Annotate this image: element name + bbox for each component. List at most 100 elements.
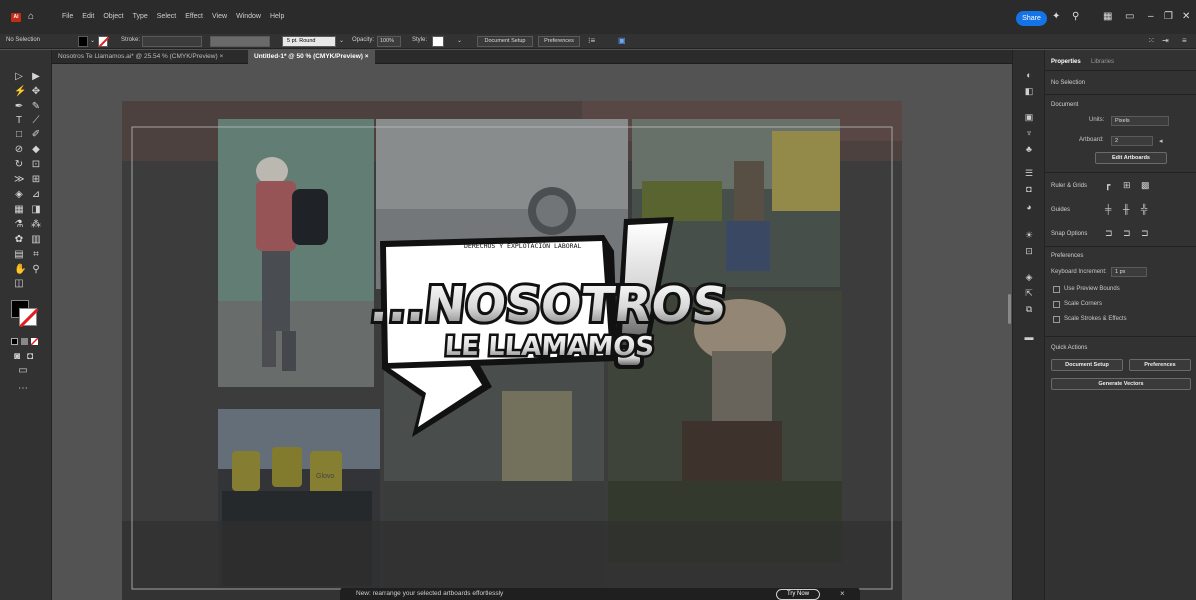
chevron-down-icon[interactable]: ⌄: [90, 37, 95, 44]
menu-effect[interactable]: Effect: [185, 13, 203, 20]
selection-tool-icon[interactable]: ▷: [14, 72, 24, 82]
share-button[interactable]: Share: [1016, 11, 1047, 26]
close-icon[interactable]: ×: [219, 53, 223, 60]
bulb-icon[interactable]: ✦: [1052, 12, 1060, 22]
scale-corners-checkbox[interactable]: [1053, 301, 1060, 308]
direct-selection-icon[interactable]: ▶: [31, 72, 41, 82]
gradient-panel-icon[interactable]: ◘: [1023, 184, 1035, 195]
mesh-icon[interactable]: ▦: [14, 205, 24, 215]
layers-icon[interactable]: ◈: [1023, 272, 1035, 283]
search-icon[interactable]: ⚲: [1072, 12, 1079, 22]
tab-untitled[interactable]: Untitled-1* @ 50 % (CMYK/Preview) ×: [248, 50, 375, 64]
shaper-icon[interactable]: ⊘: [14, 145, 24, 155]
try-now-button[interactable]: Try Now: [776, 589, 820, 600]
width-icon[interactable]: ≫: [14, 175, 24, 185]
document-setup-button[interactable]: Document Setup: [477, 36, 533, 47]
screen-mode-icon[interactable]: ▭: [18, 366, 28, 376]
more-icon[interactable]: ≡: [1182, 36, 1187, 45]
curvature-icon[interactable]: ✎: [31, 102, 41, 112]
snap-grid-icon[interactable]: ⊐: [1123, 228, 1131, 238]
menu-help[interactable]: Help: [270, 13, 284, 20]
ruler-icon[interactable]: ┏: [1105, 180, 1110, 190]
line-icon[interactable]: ⟋: [31, 116, 41, 126]
opacity-field[interactable]: 100%: [377, 36, 401, 47]
canvas[interactable]: Glovo DERECHOS Y EXPLOTACIÓN LABORAL ...…: [52, 64, 1012, 600]
none-mode-icon[interactable]: [30, 337, 39, 346]
menu-file[interactable]: File: [62, 13, 73, 20]
restore-icon[interactable]: ❐: [1164, 12, 1173, 22]
eraser-icon[interactable]: ◆: [31, 145, 41, 155]
comments-icon[interactable]: ▬: [1023, 332, 1035, 343]
hand-icon[interactable]: ✋: [14, 265, 26, 275]
libraries-icon[interactable]: ♆: [1023, 128, 1035, 139]
stroke-weight-field[interactable]: [142, 36, 202, 47]
guides-lock-icon[interactable]: ╫: [1123, 204, 1129, 214]
snap-pixel-icon[interactable]: ⊐: [1141, 228, 1149, 238]
paintbrush-icon[interactable]: ✐: [31, 130, 41, 140]
lasso-icon[interactable]: ✥: [31, 87, 41, 97]
workspace-icon[interactable]: ▦: [1103, 12, 1112, 22]
prev-artboard-icon[interactable]: ◂: [1159, 137, 1163, 145]
symbol-sprayer-icon[interactable]: ✿: [14, 235, 24, 245]
zoom-icon[interactable]: ⚲: [31, 265, 41, 275]
brush-definition[interactable]: 5 pt. Round: [282, 36, 336, 47]
artboard-icon[interactable]: ▤: [14, 250, 24, 260]
gradient-mode-icon[interactable]: [21, 338, 28, 345]
menu-view[interactable]: View: [212, 13, 227, 20]
menu-window[interactable]: Window: [236, 13, 261, 20]
color-mode-icon[interactable]: [11, 338, 18, 345]
close-icon[interactable]: ×: [365, 53, 369, 60]
color-icon[interactable]: ◐: [1023, 70, 1035, 81]
scale-strokes-checkbox[interactable]: [1053, 316, 1060, 323]
tab-nosotros[interactable]: Nosotros Te Llamamos.ai* @ 25.54 % (CMYK…: [52, 50, 229, 64]
slice-icon[interactable]: ⌗: [31, 250, 41, 260]
smart-guides-icon[interactable]: ╬: [1141, 204, 1147, 214]
artboards-panel-icon[interactable]: ⧉: [1023, 304, 1035, 315]
menu-edit[interactable]: Edit: [82, 13, 94, 20]
keyboard-increment-field[interactable]: 1 px: [1111, 267, 1147, 277]
home-icon[interactable]: ⌂: [28, 12, 40, 22]
image-trace-icon[interactable]: ▣: [1023, 112, 1035, 123]
blend-icon[interactable]: ⁂: [31, 220, 41, 230]
edit-artboards-button[interactable]: Edit Artboards: [1095, 152, 1167, 164]
document-setup-button[interactable]: Document Setup: [1051, 359, 1123, 371]
rotate-icon[interactable]: ↻: [14, 160, 24, 170]
align-icon[interactable]: ⁝≡: [588, 36, 595, 45]
grid-icon[interactable]: ⊞: [1123, 180, 1131, 190]
tab-libraries[interactable]: Libraries: [1091, 59, 1114, 65]
column-graph-icon[interactable]: ▥: [31, 235, 41, 245]
more-tools-icon[interactable]: ⋯: [18, 384, 28, 394]
graphic-styles-icon[interactable]: ⊡: [1023, 246, 1035, 257]
magic-wand-icon[interactable]: ⚡: [14, 87, 26, 97]
use-preview-bounds-checkbox[interactable]: [1053, 286, 1060, 293]
minimize-icon[interactable]: –: [1148, 12, 1154, 22]
generate-vectors-button[interactable]: Generate Vectors: [1051, 378, 1191, 390]
edit-toolbar-icon[interactable]: ◫: [14, 279, 24, 289]
transparency-icon[interactable]: ◕: [1023, 202, 1035, 213]
draw-behind-icon[interactable]: ◘: [25, 352, 35, 362]
arrange-icon[interactable]: ▭: [1125, 12, 1134, 22]
rectangle-icon[interactable]: □: [14, 130, 24, 140]
perspective-icon[interactable]: ⊿: [31, 190, 41, 200]
free-transform-icon[interactable]: ⊞: [31, 175, 41, 185]
guides-show-icon[interactable]: ╪: [1105, 204, 1111, 214]
menu-type[interactable]: Type: [133, 13, 148, 20]
eyedropper-icon[interactable]: ⚗: [14, 220, 24, 230]
snap-point-icon[interactable]: ⊐: [1105, 228, 1113, 238]
preferences-button[interactable]: Preferences: [538, 36, 580, 47]
scale-icon[interactable]: ⊡: [31, 160, 41, 170]
symbols-icon[interactable]: ♣: [1023, 144, 1035, 155]
variable-width-field[interactable]: [210, 36, 270, 47]
style-swatch[interactable]: [432, 36, 444, 47]
menu-select[interactable]: Select: [157, 13, 176, 20]
stroke-color-box[interactable]: [18, 307, 40, 329]
export-icon[interactable]: ⇱: [1023, 288, 1035, 299]
artboard[interactable]: Glovo DERECHOS Y EXPLOTACIÓN LABORAL ...…: [122, 101, 902, 600]
close-icon[interactable]: ×: [840, 589, 845, 598]
document-icon[interactable]: ◧: [1023, 86, 1035, 97]
arrange-documents-icon[interactable]: ⁙: [1148, 36, 1155, 45]
panel-icon[interactable]: ⇥: [1162, 36, 1169, 45]
chevron-down-icon[interactable]: ⌄: [457, 37, 462, 44]
artboard-select[interactable]: 2: [1111, 136, 1153, 146]
stroke-panel-icon[interactable]: ☰: [1023, 168, 1035, 179]
